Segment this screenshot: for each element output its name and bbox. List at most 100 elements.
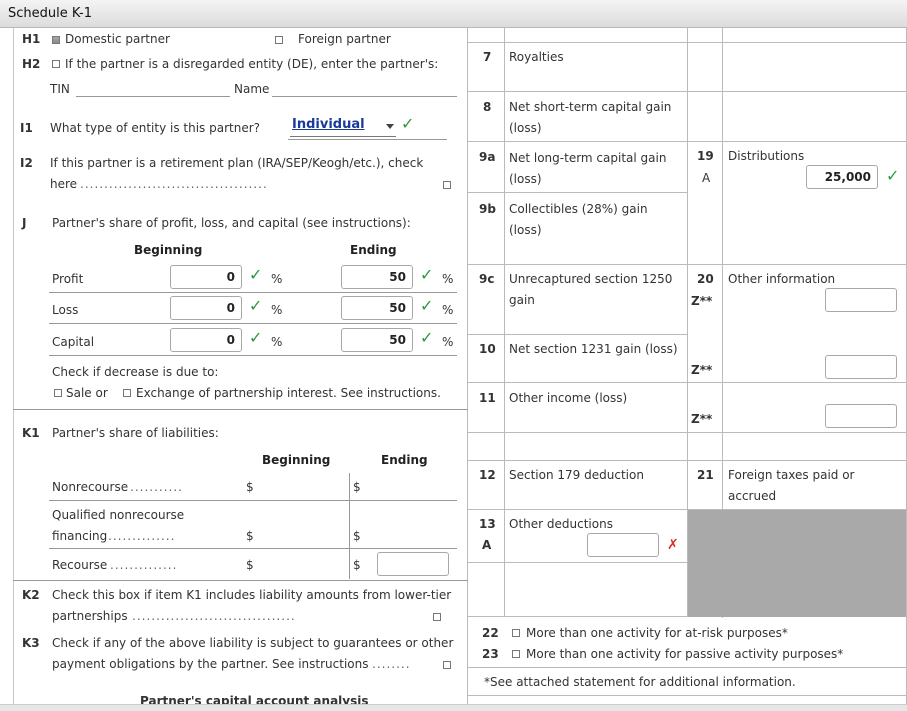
line8-code: 8	[483, 100, 492, 114]
capital-beginning-input[interactable]: 0	[170, 328, 242, 352]
tin-field[interactable]	[76, 96, 230, 97]
entity-type-select[interactable]: Individual	[290, 117, 396, 137]
domestic-partner-checkbox[interactable]	[52, 36, 60, 44]
dot-leader: ........	[372, 657, 411, 671]
line9c-code: 9c	[479, 272, 495, 286]
line11-code: 11	[479, 391, 496, 405]
row-divider	[468, 334, 688, 335]
k3-text: Check if any of the above liability is s…	[52, 636, 454, 650]
pct-label: %	[271, 272, 283, 286]
line19-code: 19	[697, 149, 714, 163]
check-icon: ✓	[420, 328, 434, 347]
dollar-sign: $	[246, 558, 254, 572]
entity-type-value: Individual	[292, 117, 365, 132]
row-divider	[49, 292, 457, 293]
line10-label: Net section 1231 gain (loss)	[509, 342, 678, 356]
pct-label: %	[271, 335, 283, 349]
de-checkbox[interactable]	[52, 60, 60, 68]
k1-code: K1	[22, 426, 40, 440]
nonrecourse-label: Nonrecourse	[52, 480, 129, 494]
line23-checkbox[interactable]	[512, 650, 520, 658]
exchange-label: Exchange of partnership interest. See in…	[136, 386, 441, 400]
row-divider	[468, 264, 906, 265]
loss-beginning-input[interactable]: 0	[170, 296, 242, 320]
row-divider	[468, 192, 688, 193]
line7-code: 7	[483, 50, 492, 64]
other-deductions-input[interactable]	[587, 533, 659, 557]
row-divider	[49, 500, 457, 501]
line21-code: 21	[697, 468, 714, 482]
line9b-code: 9b	[479, 202, 496, 216]
dollar-sign: $	[353, 480, 361, 494]
line9a-label2: (loss)	[509, 172, 542, 186]
name-field[interactable]	[272, 96, 457, 97]
line22-checkbox[interactable]	[512, 629, 520, 637]
k1-ending-header: Ending	[381, 453, 428, 467]
z-code: Z**	[691, 363, 713, 377]
pct-label: %	[442, 272, 454, 286]
check-icon: ✓	[420, 265, 434, 284]
sale-checkbox[interactable]	[54, 389, 62, 397]
other-info-input-2[interactable]	[825, 355, 897, 379]
financing-label: financing	[52, 529, 108, 543]
check-icon: ✓	[420, 296, 434, 315]
line9b-label1: Collectibles (28%) gain	[509, 202, 648, 216]
row-divider	[468, 667, 906, 668]
capital-ending-input[interactable]: 50	[341, 328, 413, 352]
domestic-partner-label: Domestic partner	[65, 32, 170, 46]
other-info-input-3[interactable]	[825, 404, 897, 428]
line12-label: Section 179 deduction	[509, 468, 644, 482]
distributions-input[interactable]: 25,000	[806, 165, 878, 189]
k2-code: K2	[22, 588, 40, 602]
line8-label1: Net short-term capital gain	[509, 100, 672, 114]
line9a-code: 9a	[479, 150, 496, 164]
exchange-checkbox[interactable]	[123, 389, 131, 397]
h2-text: If the partner is a disregarded entity (…	[65, 57, 439, 71]
i1-text: What type of entity is this partner?	[50, 121, 261, 135]
recourse-ending-input[interactable]	[377, 552, 449, 576]
check-icon: ✓	[249, 296, 263, 315]
dot-leader: ..................................	[132, 609, 296, 623]
dollar-sign: $	[353, 558, 361, 572]
royalties-label: Royalties	[509, 50, 564, 64]
horizontal-scrollbar[interactable]	[0, 704, 907, 711]
other-information-label: Other information	[728, 272, 836, 286]
other-info-input-1[interactable]	[825, 288, 897, 312]
row-divider	[468, 460, 906, 461]
profit-ending-input[interactable]: 50	[341, 265, 413, 289]
i1-underline	[288, 139, 447, 140]
line9b-label2: (loss)	[509, 223, 542, 237]
k2-text: Check this box if item K1 includes liabi…	[52, 588, 452, 602]
line13-label: Other deductions	[509, 517, 613, 531]
line9c-label1: Unrecaptured section 1250	[509, 272, 673, 286]
loss-label: Loss	[52, 303, 79, 317]
k3-checkbox[interactable]	[443, 661, 451, 669]
check-icon: ✓	[401, 114, 415, 133]
z-code: Z**	[691, 412, 713, 426]
profit-beginning-input[interactable]: 0	[170, 265, 242, 289]
i2-code: I2	[20, 156, 33, 170]
loss-ending-input[interactable]: 50	[341, 296, 413, 320]
line9c-label2: gain	[509, 293, 535, 307]
foreign-partner-label: Foreign partner	[298, 32, 391, 46]
row-divider	[468, 382, 906, 383]
column-divider-left	[467, 28, 468, 704]
line22-code: 22	[482, 626, 499, 640]
line19-sub: A	[702, 171, 711, 185]
chevron-down-icon	[386, 124, 394, 129]
check-icon: ✓	[249, 265, 263, 284]
k2-checkbox[interactable]	[433, 613, 441, 621]
k3-text2: payment obligations by the partner. See …	[52, 657, 369, 671]
row-divider	[468, 42, 906, 43]
distributions-label: Distributions	[728, 149, 805, 163]
dot-leader: ...........	[130, 480, 183, 494]
line23-label: More than one activity for passive activ…	[526, 647, 844, 661]
dollar-sign: $	[353, 529, 361, 543]
foreign-partner-checkbox[interactable]	[275, 36, 283, 44]
retirement-plan-checkbox[interactable]	[443, 181, 451, 189]
dot-leader: ..............	[108, 529, 176, 543]
check-icon: ✓	[886, 166, 900, 185]
j-text: Partner's share of profit, loss, and cap…	[52, 216, 411, 230]
name-label: Name	[234, 82, 270, 96]
row-divider	[468, 432, 906, 433]
